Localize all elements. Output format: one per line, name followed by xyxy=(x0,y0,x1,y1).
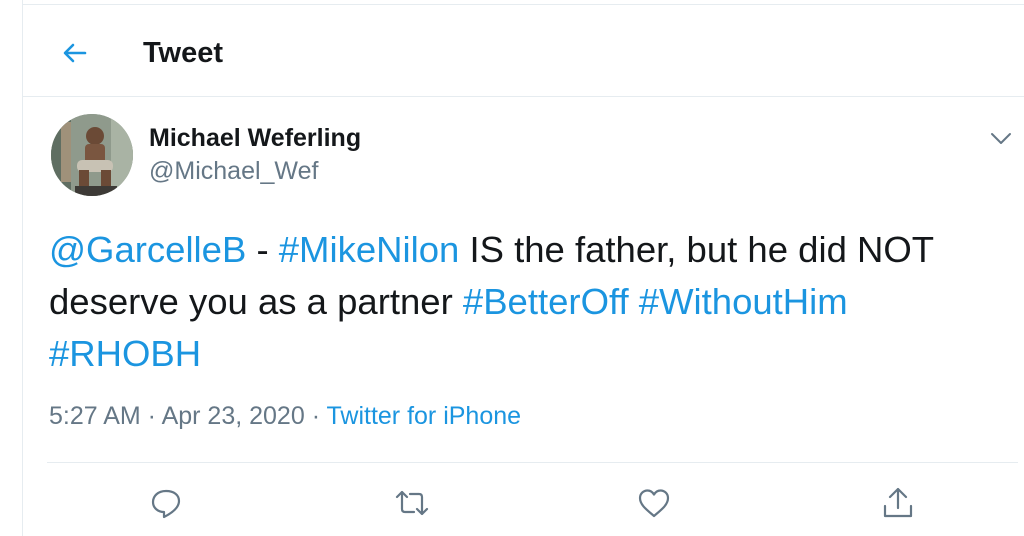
tweet-time[interactable]: 5:27 AM xyxy=(49,402,141,430)
reply-icon xyxy=(151,489,181,519)
tweet-text: @GarcelleB - #MikeNilon IS the father, b… xyxy=(49,224,999,380)
tweet-date[interactable]: Apr 23, 2020 xyxy=(162,402,305,430)
share-button[interactable] xyxy=(879,484,917,522)
retweet-button[interactable] xyxy=(393,484,431,522)
meta-separator: · xyxy=(140,402,162,430)
tweet-text-segment xyxy=(629,281,639,322)
chevron-down-icon xyxy=(991,133,1011,144)
avatar-photo xyxy=(51,114,133,196)
avatar[interactable] xyxy=(51,114,133,196)
like-icon xyxy=(638,489,670,518)
author-name[interactable]: Michael Weferling xyxy=(149,124,361,153)
page-title: Tweet xyxy=(143,37,224,69)
back-button[interactable] xyxy=(57,35,93,71)
arrow-left-icon xyxy=(63,43,87,63)
like-button[interactable] xyxy=(635,484,673,522)
hashtag-link[interactable]: #MikeNilon xyxy=(279,229,460,270)
more-options-button[interactable] xyxy=(987,124,1015,152)
reply-button[interactable] xyxy=(147,484,185,522)
hashtag-link[interactable]: #BetterOff xyxy=(463,281,629,322)
hashtag-link[interactable]: #RHOBH xyxy=(49,333,201,374)
mention-link[interactable]: @GarcelleB xyxy=(49,229,246,270)
meta-separator: · xyxy=(304,402,327,430)
author-handle[interactable]: @Michael_Wef xyxy=(149,157,318,186)
tweet-source[interactable]: Twitter for iPhone xyxy=(327,402,522,430)
share-icon xyxy=(883,487,913,518)
tweet-text-segment: - xyxy=(246,229,279,270)
hashtag-link[interactable]: #WithoutHim xyxy=(639,281,848,322)
retweet-icon xyxy=(395,490,429,516)
tweet-meta: 5:27 AM · Apr 23, 2020 · Twitter for iPh… xyxy=(49,402,521,431)
actions-divider xyxy=(47,462,1018,463)
tweet-panel: Tweet Michael Weferling @Michael_Wef @Ga… xyxy=(22,0,1024,536)
page-header: Tweet xyxy=(23,5,1024,97)
